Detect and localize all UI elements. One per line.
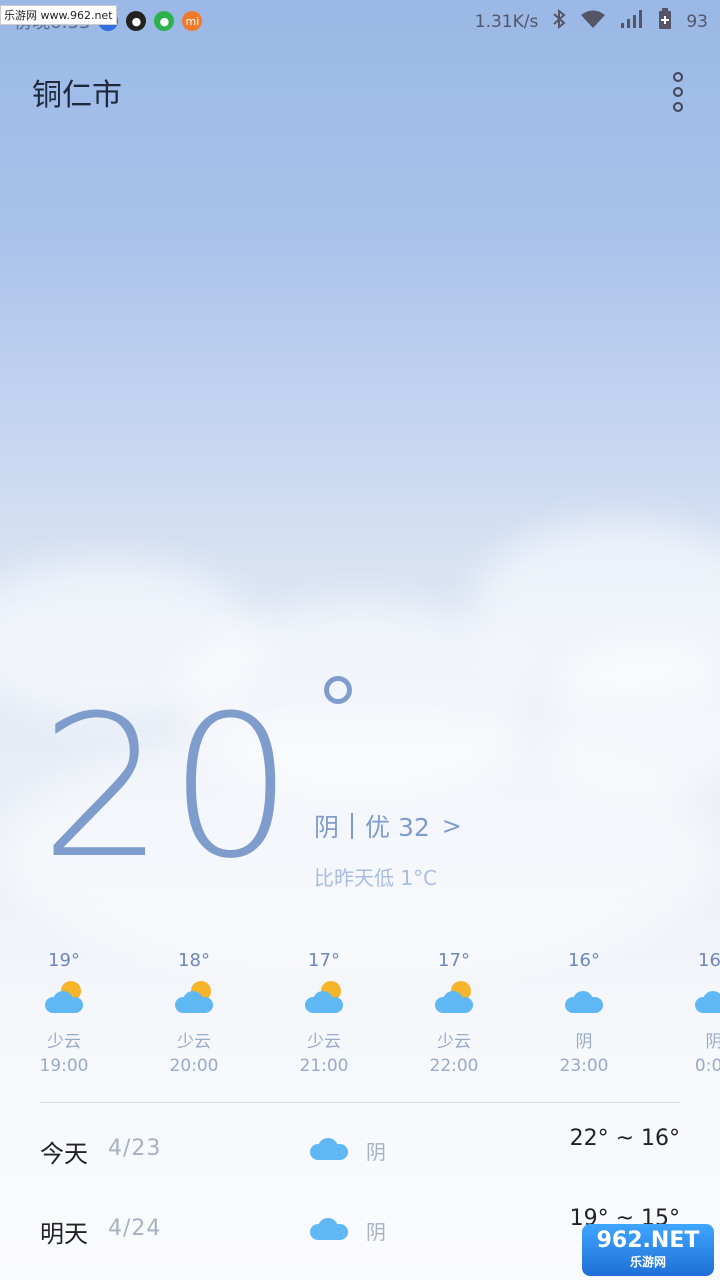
current-temperature: 20 <box>40 674 298 902</box>
hour-desc: 阴 <box>705 1032 720 1052</box>
hour-desc: 少云 <box>177 1032 211 1052</box>
mi-icon: mi <box>182 11 203 31</box>
hour-desc: 少云 <box>47 1032 81 1052</box>
hourly-item: 17° 少云 22:00 <box>404 950 504 1076</box>
partly-cloudy-icon <box>429 981 479 1021</box>
hour-temp: 17° <box>438 950 470 971</box>
hourly-item: 18° 少云 20:00 <box>144 950 244 1076</box>
hourly-item: 16° 阴 23:00 <box>534 950 634 1076</box>
hourly-item: 16° 阴 0:00 <box>664 950 720 1076</box>
day-date: 4/23 <box>108 1136 162 1161</box>
hour-time: 20:00 <box>169 1056 219 1076</box>
current-condition: 阴 <box>314 813 340 842</box>
hourly-forecast[interactable]: 19° 少云 19:00 18° 少云 20:00 17° 少云 21:00 1… <box>0 950 720 1080</box>
hour-time: 21:00 <box>299 1056 349 1076</box>
bluetooth-icon <box>552 8 566 34</box>
day-condition: 阴 <box>366 1220 386 1244</box>
day-range: 22° ~ 16° <box>569 1126 680 1151</box>
hourly-item: 19° 少云 19:00 <box>14 950 114 1076</box>
aqi-value: 优 32 <box>365 813 430 842</box>
partly-cloudy-icon <box>39 981 89 1021</box>
hour-time: 22:00 <box>429 1056 479 1076</box>
qq-icon: ● <box>126 11 147 31</box>
partly-cloudy-icon <box>299 981 349 1021</box>
hour-time: 0:00 <box>694 1056 720 1076</box>
watermark-line2: 乐游网 <box>629 1255 666 1269</box>
partly-cloudy-icon <box>169 981 219 1021</box>
degree-symbol <box>324 676 352 704</box>
separator <box>351 813 354 839</box>
watermark-top: 乐游网 www.962.net <box>0 5 117 25</box>
hour-time: 23:00 <box>559 1056 609 1076</box>
more-vertical-icon[interactable] <box>670 72 686 112</box>
day-name: 今天 <box>40 1140 88 1168</box>
hour-desc: 少云 <box>437 1032 471 1052</box>
signal-icon <box>620 9 644 34</box>
cloudy-icon <box>689 981 720 1021</box>
hour-desc: 阴 <box>575 1032 593 1052</box>
condition-aqi[interactable]: 阴 优 32 > <box>314 808 462 844</box>
watermark-logo: 962.NET 乐游网 <box>582 1224 714 1276</box>
day-date: 4/24 <box>108 1216 162 1241</box>
wifi-icon <box>580 9 606 34</box>
day-condition: 阴 <box>366 1140 386 1164</box>
hour-temp: 18° <box>178 950 210 971</box>
temperature-compare: 比昨天低 1°C <box>314 866 438 890</box>
chevron-right-icon: > <box>441 812 462 840</box>
cloudy-icon <box>559 981 609 1021</box>
cloudy-icon <box>308 1214 348 1244</box>
divider <box>40 1102 680 1103</box>
day-name: 明天 <box>40 1220 88 1248</box>
hour-temp: 16° <box>568 950 600 971</box>
hour-temp: 16° <box>698 950 720 971</box>
hour-desc: 少云 <box>307 1032 341 1052</box>
cloud-background <box>0 0 720 1280</box>
hourly-item: 17° 少云 21:00 <box>274 950 374 1076</box>
wechat-icon: ● <box>154 11 175 31</box>
cloudy-icon <box>308 1134 348 1164</box>
watermark-line1: 962.NET <box>596 1228 700 1253</box>
battery-level: 93 <box>686 11 708 32</box>
city-title[interactable]: 铜仁市 <box>32 70 122 114</box>
hour-temp: 19° <box>48 950 80 971</box>
battery-icon <box>658 8 672 35</box>
hour-temp: 17° <box>308 950 340 971</box>
daily-row[interactable]: 今天 4/23 阴 22° ~ 16° <box>40 1122 680 1182</box>
hour-time: 19:00 <box>39 1056 89 1076</box>
status-bar: 傍晚6:33 ✓ ● ● mi 乐游网 www.962.net 1.31K/s … <box>0 0 720 40</box>
net-speed: 1.31K/s <box>474 11 539 32</box>
